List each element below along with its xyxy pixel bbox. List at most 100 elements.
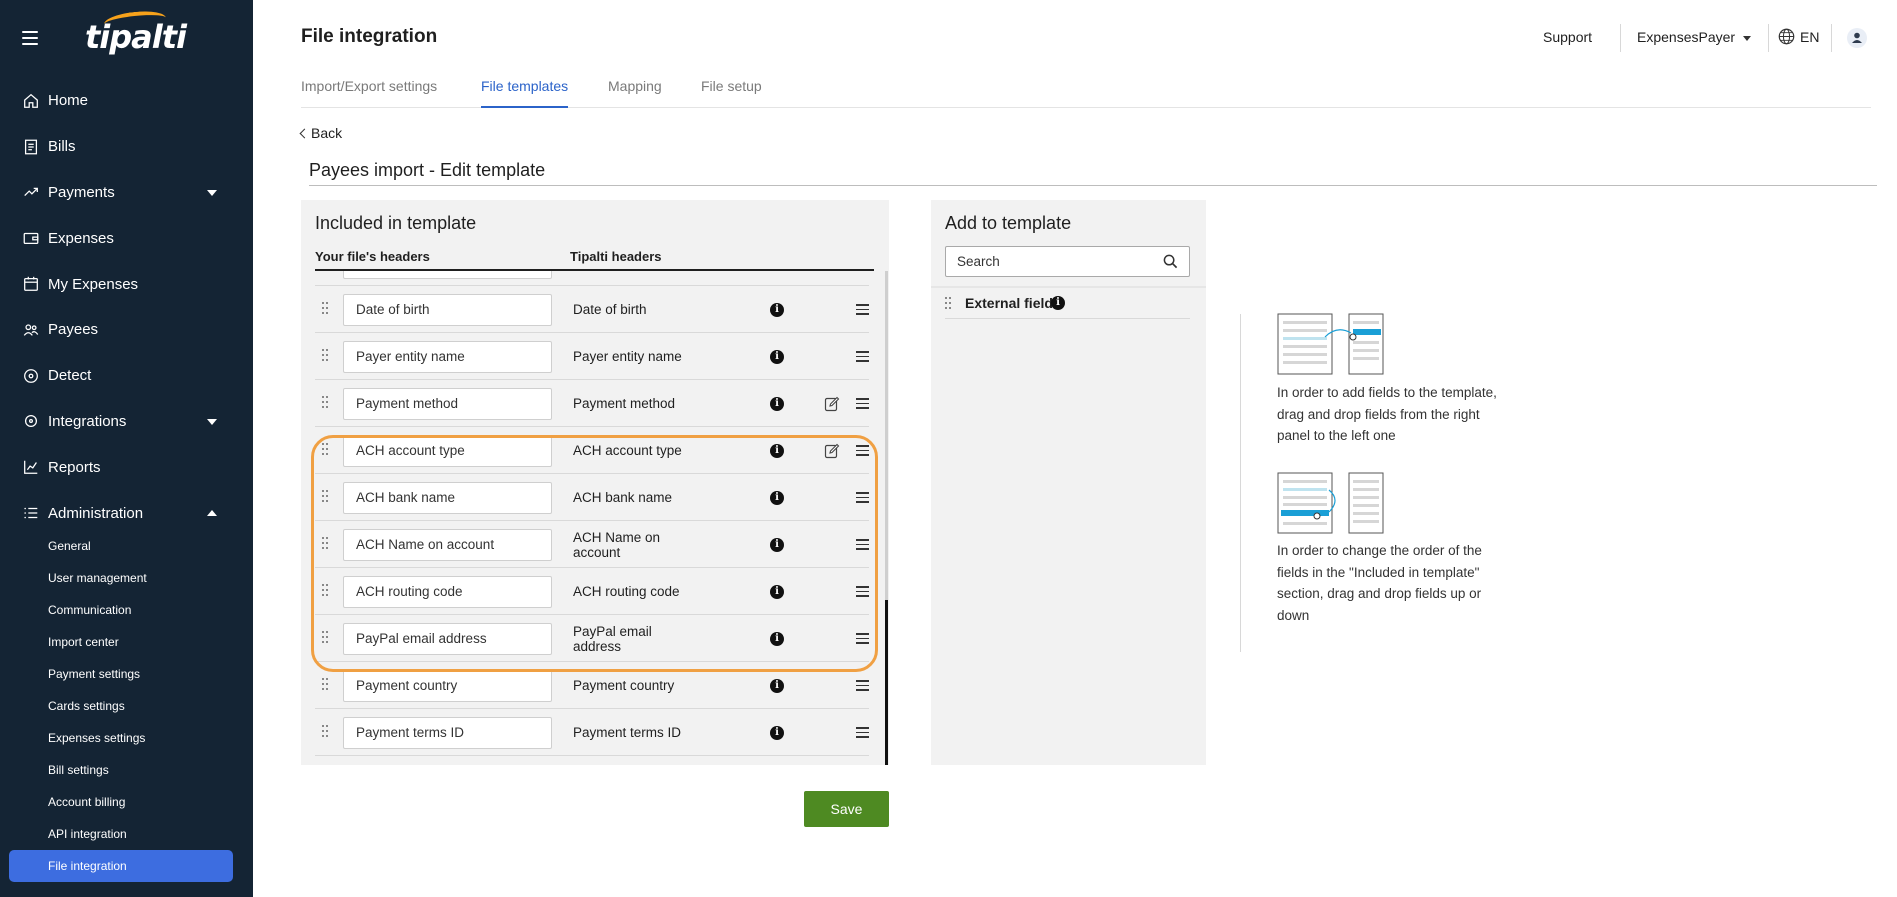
tab-file-setup[interactable]: File setup — [701, 78, 762, 108]
drag-handle-icon[interactable] — [322, 631, 330, 645]
tipalti-header-label: Payer entity name — [573, 349, 682, 364]
edit-icon[interactable] — [824, 396, 840, 412]
reorder-handle-icon[interactable] — [856, 304, 869, 315]
template-row[interactable]: Payment terms ID Payment terms ID i — [315, 709, 869, 756]
language-selector[interactable]: EN — [1778, 28, 1819, 45]
hamburger-menu-icon[interactable] — [22, 31, 38, 45]
file-header-input[interactable]: Date of birth — [343, 294, 552, 326]
drag-handle-icon[interactable] — [322, 490, 330, 504]
drag-handle-icon[interactable] — [945, 297, 953, 311]
reorder-handle-icon[interactable] — [856, 727, 869, 738]
template-row[interactable]: Payer entity name Payer entity name i — [315, 333, 869, 380]
sidebar-subitem-expenses-settings[interactable]: Expenses settings — [0, 722, 233, 754]
sidebar-item-detect[interactable]: Detect — [0, 353, 253, 399]
file-header-input[interactable]: ACH routing code — [343, 576, 552, 608]
caret-down-icon[interactable] — [207, 418, 217, 425]
info-icon[interactable]: i — [770, 679, 784, 693]
reorder-handle-icon[interactable] — [856, 633, 869, 644]
reorder-handle-icon[interactable] — [856, 586, 869, 597]
sidebar-subitem-import-center[interactable]: Import center — [0, 626, 233, 658]
sidebar-subitem-general[interactable]: General — [0, 530, 233, 562]
external-field-item[interactable]: External field i — [945, 291, 1190, 319]
reorder-handle-icon[interactable] — [856, 445, 869, 456]
reorder-handle-icon[interactable] — [856, 680, 869, 691]
search-icon[interactable] — [1163, 254, 1178, 269]
payer-name: ExpensesPayer — [1637, 29, 1736, 45]
caret-up-icon[interactable] — [207, 510, 217, 517]
sidebar-subitem-cards-settings[interactable]: Cards settings — [0, 690, 233, 722]
user-avatar-icon[interactable] — [1847, 28, 1867, 48]
drag-handle-icon[interactable] — [322, 302, 330, 316]
file-header-input[interactable]: Payment terms ID — [343, 717, 552, 749]
tab-import-export-settings[interactable]: Import/Export settings — [301, 78, 437, 108]
info-icon[interactable]: i — [770, 726, 784, 740]
sidebar-subitem-account-billing[interactable]: Account billing — [0, 786, 233, 818]
scrollbar-thumb[interactable] — [885, 600, 888, 765]
back-link[interactable]: Back — [299, 125, 342, 141]
reorder-handle-icon[interactable] — [856, 492, 869, 503]
edit-icon[interactable] — [824, 443, 840, 459]
sidebar-item-reports[interactable]: Reports — [0, 444, 253, 490]
reorder-handle-icon[interactable] — [856, 539, 869, 550]
sidebar-item-expenses[interactable]: Expenses — [0, 215, 253, 261]
drag-handle-icon[interactable] — [322, 725, 330, 739]
sidebar-subitem-bill-settings[interactable]: Bill settings — [0, 754, 233, 786]
template-row[interactable]: ACH routing code ACH routing code i — [315, 568, 869, 615]
sidebar-subitem-api-integration[interactable]: API integration — [0, 818, 233, 850]
tab-file-templates[interactable]: File templates — [481, 78, 569, 108]
file-header-input[interactable]: ACH bank name — [343, 482, 552, 514]
sidebar-subitem-payment-settings[interactable]: Payment settings — [0, 658, 233, 690]
sidebar-subitem-file-integration[interactable]: File integration — [9, 850, 233, 882]
file-header-input[interactable]: Payment method — [343, 388, 552, 420]
file-header-input[interactable]: ACH account type — [343, 435, 552, 467]
search-input[interactable] — [946, 247, 1156, 276]
support-link[interactable]: Support — [1543, 29, 1592, 45]
payer-dropdown[interactable]: ExpensesPayer — [1637, 29, 1752, 45]
info-icon[interactable]: i — [770, 350, 784, 364]
info-icon[interactable]: i — [770, 632, 784, 646]
reorder-handle-icon[interactable] — [856, 351, 869, 362]
sidebar-item-integrations[interactable]: Integrations — [0, 399, 253, 445]
caret-down-icon[interactable] — [207, 189, 217, 196]
tipalti-header-label: Payment country — [573, 678, 675, 693]
save-button[interactable]: Save — [804, 791, 889, 827]
sidebar-item-payments[interactable]: Payments — [0, 170, 253, 216]
drag-handle-icon[interactable] — [322, 537, 330, 551]
info-icon[interactable]: i — [770, 491, 784, 505]
info-icon[interactable]: i — [770, 397, 784, 411]
template-row[interactable]: ACH account type ACH account type i — [315, 427, 869, 474]
sidebar-item-home[interactable]: Home — [0, 78, 253, 124]
sidebar-subitem-communication[interactable]: Communication — [0, 594, 233, 626]
sidebar-item-my-expenses[interactable]: My Expenses — [0, 261, 253, 307]
info-icon[interactable]: i — [770, 585, 784, 599]
sidebar-item-bills[interactable]: Bills — [0, 124, 253, 170]
tab-mapping[interactable]: Mapping — [608, 78, 662, 108]
sidebar-subitem-user-management[interactable]: User management — [0, 562, 233, 594]
info-icon[interactable]: i — [770, 538, 784, 552]
tipalti-header-label: ACH account type — [573, 443, 682, 458]
template-row[interactable]: Payment country Payment country i — [315, 662, 869, 709]
file-header-input[interactable]: ACH Name on account — [343, 529, 552, 561]
sidebar-item-payees[interactable]: Payees — [0, 307, 253, 353]
drag-handle-icon[interactable] — [322, 443, 330, 457]
file-header-input[interactable]: PayPal email address — [343, 623, 552, 655]
template-row[interactable]: Country of birthCountry of birthi — [315, 271, 869, 286]
drag-handle-icon[interactable] — [322, 584, 330, 598]
template-row[interactable]: ACH bank name ACH bank name i — [315, 474, 869, 521]
drag-handle-icon[interactable] — [322, 678, 330, 692]
template-row[interactable]: PayPal email address PayPal email address… — [315, 615, 869, 662]
drag-handle-icon[interactable] — [322, 396, 330, 410]
drag-handle-icon[interactable] — [322, 349, 330, 363]
template-row[interactable]: Payment method Payment method i — [315, 380, 869, 427]
help-add-text: In order to add fields to the template, … — [1277, 385, 1497, 443]
info-icon[interactable]: i — [770, 303, 784, 317]
template-row[interactable]: Date of birth Date of birth i — [315, 286, 869, 333]
detect-icon — [22, 367, 40, 385]
info-icon[interactable]: i — [770, 444, 784, 458]
info-icon[interactable]: i — [1051, 296, 1065, 310]
file-header-input[interactable]: Payment country — [343, 670, 552, 702]
file-header-input[interactable]: Payer entity name — [343, 341, 552, 373]
reorder-handle-icon[interactable] — [856, 398, 869, 409]
template-row[interactable]: ACH Name on account ACH Name on account i — [315, 521, 869, 568]
file-header-input[interactable]: Country of birth — [343, 271, 552, 279]
